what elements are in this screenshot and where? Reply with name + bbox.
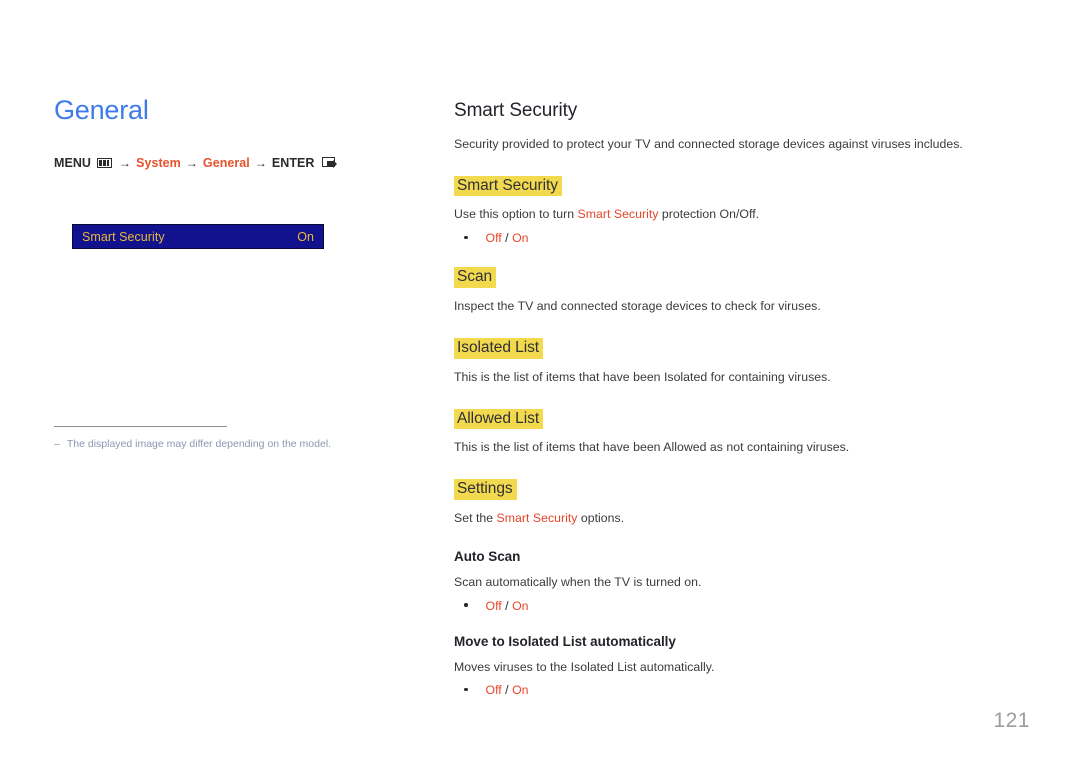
- options-values: Off / On: [486, 231, 529, 245]
- option-on[interactable]: On: [512, 683, 528, 697]
- option-separator: /: [501, 231, 513, 246]
- bullet-dot-icon: [464, 687, 468, 692]
- menu-path-enter-label: ENTER: [271, 155, 315, 170]
- menu-path-menu-label: MENU: [54, 155, 92, 170]
- options-row-move-to-isolated-list: Off / On: [454, 683, 1030, 697]
- sub-heading: Auto Scan: [454, 548, 521, 564]
- footnote-divider: [54, 426, 227, 427]
- block-isolated-list-desc: This is the list of items that have been…: [454, 369, 831, 384]
- footnote-area: ‒ The displayed image may differ dependi…: [54, 426, 384, 451]
- bullet-dot-icon: [464, 235, 468, 240]
- block-settings: Settings: [454, 479, 1030, 500]
- menu-grid-icon: [97, 157, 113, 168]
- desc-pre: Use this option to turn: [454, 207, 578, 222]
- block-scan: Scan: [454, 267, 1030, 289]
- menu-path-step-general[interactable]: General: [203, 156, 250, 170]
- sub-heading: Move to Isolated List automatically: [454, 633, 676, 649]
- page-title: General: [54, 95, 149, 125]
- block-smart-security: Smart Security: [454, 175, 1030, 197]
- highlight-heading: Settings: [454, 479, 517, 500]
- option-separator: /: [501, 683, 513, 698]
- block-settings-desc: Set the Smart Security options.: [454, 510, 1030, 528]
- path-arrow-2: →: [185, 155, 198, 170]
- page-number: 121: [993, 709, 1030, 732]
- left-column: General MENU → System → General → ENTER: [54, 95, 394, 170]
- desc-accent: Smart Security: [496, 511, 578, 525]
- desc-post: options.: [577, 511, 625, 525]
- desc-accent: Smart Security: [577, 207, 659, 222]
- block-scan-desc: Inspect the TV and connected storage dev…: [454, 299, 821, 314]
- block-move-to-isolated-list: Move to Isolated List automatically: [454, 633, 1030, 651]
- menu-path-breadcrumb: MENU → System → General → ENTER: [54, 156, 394, 170]
- tv-menu-row-value: On: [297, 229, 314, 244]
- block-allowed-list-desc: This is the list of items that have been…: [454, 440, 850, 455]
- option-on[interactable]: On: [512, 231, 528, 245]
- tv-menu-row-smart-security[interactable]: Smart Security On: [72, 224, 324, 249]
- block-auto-scan-desc: Scan automatically when the TV is turned…: [454, 574, 702, 589]
- path-arrow-1: →: [119, 155, 132, 170]
- desc-post: protection On/Off.: [658, 207, 760, 222]
- highlight-heading: Isolated List: [454, 337, 544, 359]
- footnote-text: The displayed image may differ depending…: [66, 438, 332, 450]
- highlight-heading: Smart Security: [454, 175, 562, 197]
- bullet-dot-icon: [464, 603, 468, 607]
- section-title: Smart Security: [454, 100, 578, 121]
- path-arrow-3: →: [254, 155, 267, 170]
- desc-pre: Set the: [454, 511, 497, 525]
- option-off[interactable]: Off: [486, 599, 502, 613]
- menu-path-step-system[interactable]: System: [136, 156, 181, 170]
- options-values: Off / On: [486, 683, 529, 697]
- section-intro: Security provided to protect your TV and…: [454, 136, 963, 151]
- right-column: Smart Security Security provided to prot…: [454, 100, 1030, 697]
- footnote-dash: ‒: [54, 438, 60, 450]
- tv-menu-row-label: Smart Security: [82, 229, 165, 244]
- footnote: ‒ The displayed image may differ dependi…: [54, 437, 384, 451]
- highlight-heading: Allowed List: [454, 408, 544, 430]
- block-auto-scan: Auto Scan: [454, 548, 1030, 566]
- highlight-heading: Scan: [454, 267, 497, 289]
- block-move-to-isolated-list-desc: Moves viruses to the Isolated List autom…: [454, 659, 715, 674]
- options-row-auto-scan: Off / On: [454, 599, 1030, 613]
- options-values: Off / On: [486, 599, 529, 613]
- options-row-smart-security: Off / On: [454, 231, 1030, 245]
- block-allowed-list: Allowed List: [454, 408, 1030, 430]
- block-isolated-list: Isolated List: [454, 337, 1030, 359]
- option-off[interactable]: Off: [486, 231, 502, 245]
- option-off[interactable]: Off: [486, 683, 502, 697]
- enter-return-icon: [321, 156, 338, 169]
- option-on[interactable]: On: [512, 599, 528, 613]
- option-separator: /: [501, 598, 513, 613]
- block-smart-security-desc: Use this option to turn Smart Security p…: [454, 206, 1030, 224]
